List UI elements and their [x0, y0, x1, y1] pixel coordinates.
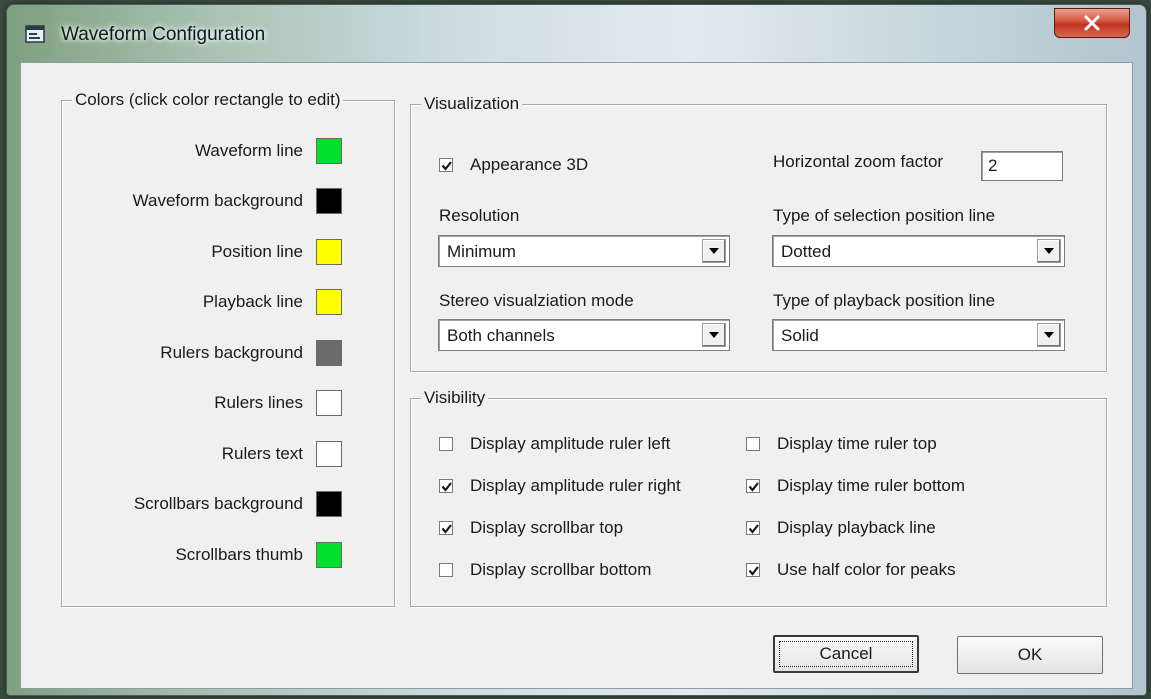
color-row-waveform-line: Waveform line	[195, 138, 342, 164]
stereo-mode-select[interactable]: Both channels	[438, 319, 730, 351]
selection-line-value: Dotted	[781, 242, 832, 261]
checkbox-label: Display amplitude ruler left	[470, 434, 671, 453]
checkbox-box[interactable]	[439, 521, 453, 535]
color-label: Waveform line	[194, 141, 303, 160]
color-row-playback-line: Playback line	[203, 289, 342, 315]
checkmark-icon	[748, 524, 759, 534]
dialog-client-area: Colors (click color rectangle to edit) W…	[20, 62, 1133, 689]
playback-line-type-label: Type of playback position line	[773, 291, 996, 310]
close-icon	[1084, 15, 1100, 31]
chevron-down-icon	[1044, 332, 1054, 338]
resolution-label: Resolution	[439, 206, 520, 225]
color-row-waveform-background: Waveform background	[133, 188, 342, 214]
checkmark-icon	[441, 482, 452, 492]
checkbox-box[interactable]	[439, 437, 453, 451]
checkbox-box[interactable]	[439, 158, 453, 172]
checkbox-label: Display amplitude ruler right	[470, 476, 681, 495]
visualization-group-legend: Visualization	[421, 94, 523, 114]
checkmark-icon	[441, 161, 452, 171]
position-line-color-swatch[interactable]	[316, 239, 342, 265]
cancel-button[interactable]: Cancel	[773, 635, 919, 673]
checkmark-icon	[748, 566, 759, 576]
checkbox-label: Use half color for peaks	[777, 560, 956, 579]
ok-button-label: OK	[1017, 645, 1043, 664]
color-label: Scrollbars thumb	[175, 545, 303, 564]
rulers-background-color-swatch[interactable]	[316, 340, 342, 366]
checkbox-box[interactable]	[439, 479, 453, 493]
window-app-icon[interactable]	[25, 25, 45, 43]
resolution-value: Minimum	[447, 242, 516, 261]
scrollbar-top-checkbox[interactable]: Display scrollbar top	[439, 517, 623, 539]
color-label: Rulers lines	[214, 393, 303, 412]
amplitude-ruler-right-checkbox[interactable]: Display amplitude ruler right	[439, 475, 681, 497]
color-label: Position line	[211, 242, 303, 261]
visualization-group: Visualization Appearance 3D Horizontal z…	[410, 94, 1107, 372]
stereo-mode-dropdown-button[interactable]	[702, 323, 726, 347]
colors-group: Colors (click color rectangle to edit) W…	[61, 90, 395, 607]
checkmark-icon	[748, 482, 759, 492]
scrollbars-background-color-swatch[interactable]	[316, 491, 342, 517]
playback-line-checkbox[interactable]: Display playback line	[746, 517, 936, 539]
checkbox-label: Display scrollbar bottom	[470, 560, 652, 579]
checkbox-label: Appearance 3D	[470, 155, 589, 174]
chevron-down-icon	[709, 248, 719, 254]
resolution-select[interactable]: Minimum	[438, 235, 730, 267]
zoom-factor-input[interactable]	[981, 151, 1063, 181]
title-bar[interactable]: Waveform Configuration	[7, 5, 1146, 61]
resolution-dropdown-button[interactable]	[702, 239, 726, 263]
checkbox-label: Display scrollbar top	[470, 518, 624, 537]
amplitude-ruler-left-checkbox[interactable]: Display amplitude ruler left	[439, 433, 670, 455]
stereo-mode-value: Both channels	[447, 326, 555, 345]
colors-group-legend: Colors (click color rectangle to edit)	[72, 90, 344, 110]
chevron-down-icon	[709, 332, 719, 338]
selection-line-dropdown-button[interactable]	[1037, 239, 1061, 263]
checkbox-label: Display playback line	[777, 518, 936, 537]
scrollbars-thumb-color-swatch[interactable]	[316, 542, 342, 568]
close-button[interactable]	[1054, 8, 1130, 38]
visibility-group: Visibility Display amplitude ruler left …	[410, 388, 1107, 607]
zoom-factor-label: Horizontal zoom factor	[773, 152, 944, 171]
checkbox-box[interactable]	[439, 563, 453, 577]
window-title: Waveform Configuration	[61, 24, 266, 45]
stereo-mode-label: Stereo visualziation mode	[439, 291, 634, 310]
selection-line-select[interactable]: Dotted	[772, 235, 1065, 267]
waveform-background-color-swatch[interactable]	[316, 188, 342, 214]
selection-line-label: Type of selection position line	[773, 206, 996, 225]
color-label: Rulers text	[221, 444, 303, 463]
ok-button[interactable]: OK	[957, 636, 1103, 674]
checkbox-box[interactable]	[746, 521, 760, 535]
playback-line-type-dropdown-button[interactable]	[1037, 323, 1061, 347]
color-label: Waveform background	[132, 191, 303, 210]
checkbox-box[interactable]	[746, 563, 760, 577]
half-color-peaks-checkbox[interactable]: Use half color for peaks	[746, 559, 956, 581]
color-row-rulers-background: Rulers background	[160, 340, 342, 366]
checkbox-box[interactable]	[746, 479, 760, 493]
time-ruler-top-checkbox[interactable]: Display time ruler top	[746, 433, 937, 455]
rulers-text-color-swatch[interactable]	[316, 441, 342, 467]
waveform-line-color-swatch[interactable]	[316, 138, 342, 164]
scrollbar-bottom-checkbox[interactable]: Display scrollbar bottom	[439, 559, 651, 581]
color-label: Playback line	[202, 292, 303, 311]
color-label: Rulers background	[160, 343, 303, 362]
playback-line-type-value: Solid	[781, 326, 819, 345]
color-row-position-line: Position line	[211, 239, 342, 265]
playback-line-color-swatch[interactable]	[316, 289, 342, 315]
color-row-rulers-text: Rulers text	[222, 441, 342, 467]
time-ruler-bottom-checkbox[interactable]: Display time ruler bottom	[746, 475, 965, 497]
appearance-3d-checkbox[interactable]: Appearance 3D	[439, 154, 588, 176]
visibility-group-legend: Visibility	[421, 388, 489, 408]
checkbox-label: Display time ruler bottom	[777, 476, 966, 495]
rulers-lines-color-swatch[interactable]	[316, 390, 342, 416]
color-row-scrollbars-background: Scrollbars background	[134, 491, 342, 517]
chevron-down-icon	[1044, 248, 1054, 254]
checkbox-box[interactable]	[746, 437, 760, 451]
checkbox-label: Display time ruler top	[777, 434, 937, 453]
playback-line-type-select[interactable]: Solid	[772, 319, 1065, 351]
color-row-scrollbars-thumb: Scrollbars thumb	[175, 542, 342, 568]
focus-ring	[779, 641, 913, 667]
color-label: Scrollbars background	[133, 494, 303, 513]
dialog-window: Waveform Configuration Colors (click col…	[6, 4, 1147, 696]
checkmark-icon	[441, 524, 452, 534]
color-row-rulers-lines: Rulers lines	[214, 390, 342, 416]
